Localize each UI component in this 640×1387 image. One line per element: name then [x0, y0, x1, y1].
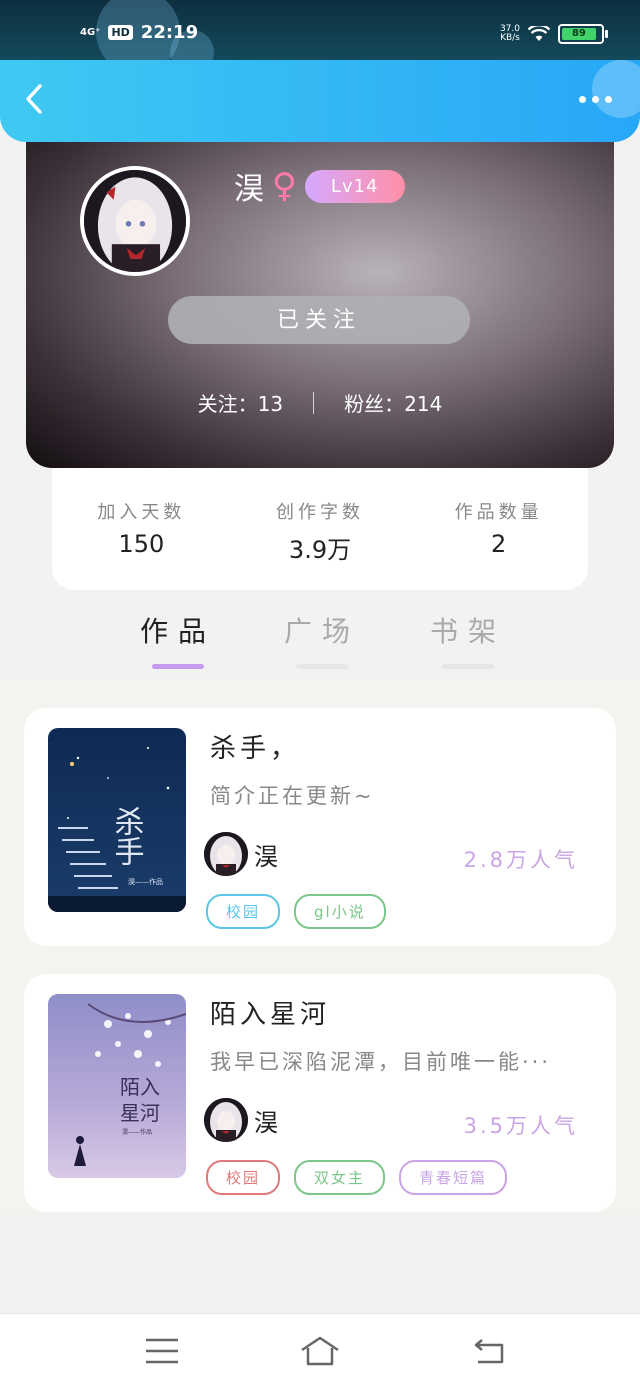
- follow-button[interactable]: 已关注: [168, 296, 470, 344]
- stat-label: 作品数量: [454, 502, 543, 523]
- book-title[interactable]: 陌入星河: [210, 994, 330, 1031]
- more-button[interactable]: [579, 96, 612, 103]
- book-description: 简介正在更新~: [210, 784, 375, 808]
- stat-work-count: 作品数量 2: [409, 468, 588, 590]
- fans-stat[interactable]: 粉丝：214: [344, 388, 442, 417]
- work-card[interactable]: 杀手 淏——作品 杀手， 简介正在更新~ 淏 2.8万人气 校园 gl小说: [24, 708, 616, 946]
- avatar[interactable]: [80, 166, 190, 276]
- tab-bookshelf[interactable]: 书架: [418, 610, 518, 669]
- author-avatar[interactable]: [204, 1098, 248, 1142]
- book-cover[interactable]: 陌入 星河 淏——作品: [48, 994, 186, 1178]
- stats-panel: 加入天数 150 创作字数 3.9万 作品数量 2: [52, 468, 588, 590]
- tag-chip[interactable]: gl小说: [294, 894, 386, 929]
- home-button[interactable]: [298, 1334, 342, 1368]
- stat-value: 150: [118, 530, 165, 558]
- cover-credit: 淏——作品: [128, 877, 163, 886]
- fans-count: 214: [404, 392, 443, 416]
- tag-list: 校园 双女主 青春短篇: [206, 1160, 508, 1195]
- tab-works[interactable]: 作品: [128, 610, 228, 669]
- username: 淏: [234, 172, 264, 207]
- popularity-count: 3.5万人气: [463, 1114, 578, 1138]
- tab-label: 作品: [139, 615, 216, 648]
- follow-counts: 关注：13 粉丝：214: [26, 388, 614, 417]
- works-list: 杀手 淏——作品 杀手， 简介正在更新~ 淏 2.8万人气 校园 gl小说 陌入: [0, 680, 640, 1214]
- popularity-count: 2.8万人气: [463, 848, 578, 872]
- female-icon: ♀: [272, 166, 297, 206]
- status-bar: 4G⁺ HD 22:19 37.0 KB/s 89: [0, 0, 640, 74]
- book-description: 我早已深陷泥潭，目前唯一能···: [210, 1050, 552, 1074]
- tag-chip[interactable]: 校园: [206, 1160, 281, 1195]
- battery-icon: 89: [558, 24, 608, 44]
- return-button[interactable]: [470, 1334, 510, 1368]
- clock: 22:19: [140, 22, 199, 43]
- author-info: 淏: [204, 832, 278, 876]
- level-badge: Lv14: [304, 169, 405, 203]
- wifi-icon: [527, 24, 551, 42]
- system-nav-bar: [0, 1313, 640, 1387]
- chevron-left-icon: [26, 84, 42, 114]
- book-title[interactable]: 杀手，: [210, 728, 300, 765]
- menu-icon: [146, 1338, 178, 1364]
- following-stat[interactable]: 关注：13: [198, 388, 283, 417]
- cover-title: 陌入: [120, 1075, 160, 1099]
- author-avatar[interactable]: [204, 832, 248, 876]
- tag-list: 校园 gl小说: [206, 894, 386, 929]
- fans-label: 粉丝：: [344, 392, 405, 416]
- book-cover[interactable]: 杀手 淏——作品: [48, 728, 186, 912]
- cover-title: 星河: [120, 1101, 160, 1125]
- more-dots-icon: [579, 96, 586, 103]
- stat-join-days: 加入天数 150: [52, 468, 231, 590]
- tag-chip[interactable]: 校园: [206, 894, 281, 929]
- tag-chip[interactable]: 青春短篇: [399, 1160, 508, 1195]
- back-button[interactable]: [22, 82, 52, 122]
- net-speed: 37.0 KB/s: [500, 25, 520, 43]
- stat-label: 创作字数: [276, 502, 364, 523]
- author-info: 淏: [204, 1098, 278, 1142]
- more-dots-icon: [605, 96, 612, 103]
- work-card[interactable]: 陌入 星河 淏——作品 陌入星河 我早已深陷泥潭，目前唯一能··· 淏 3.5万…: [24, 974, 616, 1212]
- top-header: [0, 60, 640, 142]
- cover-credit: 淏——作品: [122, 1128, 152, 1136]
- following-count: 13: [257, 392, 284, 416]
- tab-indicator: [152, 664, 204, 669]
- menu-button[interactable]: [142, 1334, 182, 1368]
- decor-bubble: [592, 60, 640, 118]
- divider: [313, 391, 315, 414]
- hd-badge: HD: [108, 25, 133, 40]
- profile-card: 淏 ♀ Lv14 已关注 关注：13 粉丝：214: [26, 142, 614, 468]
- more-dots-icon: [592, 96, 599, 103]
- tab-plaza[interactable]: 广场: [272, 610, 372, 669]
- tab-label: 广场: [283, 615, 360, 648]
- tab-indicator: [296, 664, 348, 669]
- stat-value: 3.9万: [288, 536, 352, 564]
- stat-value: 2: [491, 530, 507, 558]
- battery-level: 89: [562, 28, 596, 40]
- tab-indicator: [442, 664, 494, 669]
- stat-label: 加入天数: [97, 502, 186, 523]
- tag-chip[interactable]: 双女主: [294, 1160, 386, 1195]
- cover-title: 杀手: [109, 806, 144, 866]
- net-speed-unit: KB/s: [500, 33, 520, 43]
- signal-indicator: 4G⁺: [80, 26, 101, 38]
- tab-bar: 作品 广场 书架: [0, 596, 640, 680]
- return-icon: [474, 1339, 504, 1364]
- stat-word-count: 创作字数 3.9万: [231, 468, 410, 590]
- author-name: 淏: [254, 842, 278, 871]
- tab-label: 书架: [429, 615, 506, 648]
- following-label: 关注：: [197, 392, 258, 416]
- home-icon: [301, 1336, 339, 1366]
- author-name: 淏: [254, 1108, 278, 1137]
